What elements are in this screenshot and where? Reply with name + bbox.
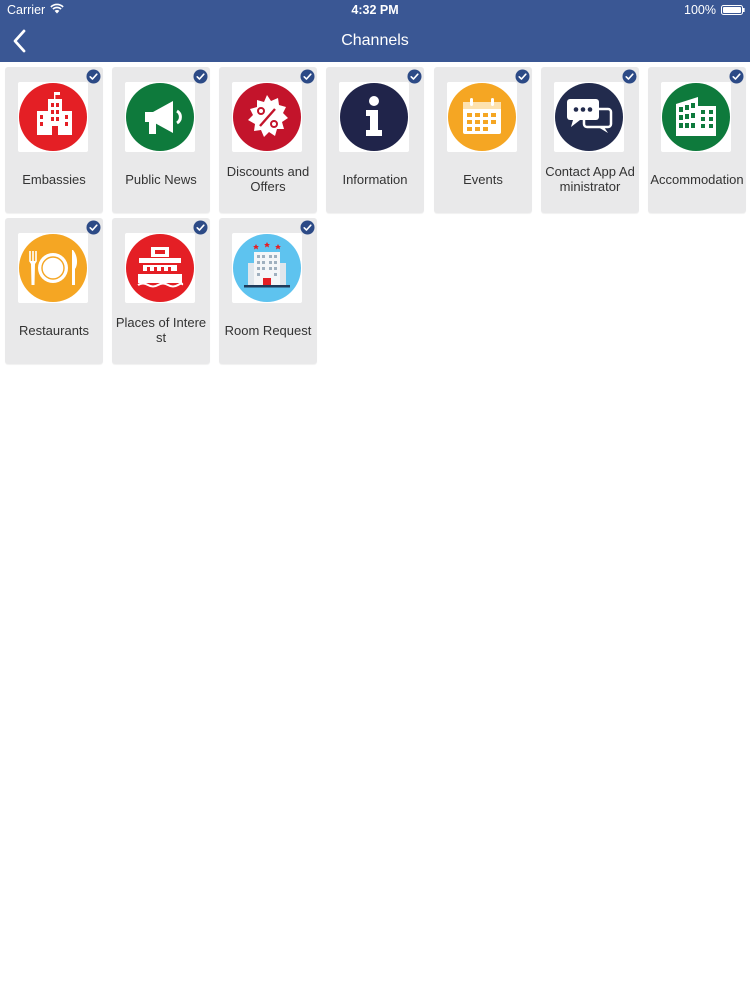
plate-cutlery-icon [19,234,87,302]
channel-tile-room-request[interactable]: Room Request [219,218,317,364]
checkmark-icon [86,220,101,235]
megaphone-icon [126,83,194,151]
channel-tile-embassies[interactable]: Embassies [5,67,103,213]
checkmark-icon [193,220,208,235]
chat-bubbles-icon [555,83,623,151]
navigation-bar: Channels [0,20,750,62]
channel-label: Events [463,171,503,187]
channel-tile-accommodation[interactable]: Accommodation [648,67,746,213]
percent-badge-icon [233,83,301,151]
channel-icon-container [554,82,624,152]
channel-tile-places-of-interest[interactable]: Places of Interest [112,218,210,364]
channel-tile-discounts-and-offers[interactable]: Discounts and Offers [219,67,317,213]
channel-label: Discounts and Offers [226,164,310,194]
page-title: Channels [341,32,409,49]
channel-icon-container [18,82,88,152]
channel-label: Restaurants [18,322,90,338]
channel-icon-container [125,233,195,303]
checkmark-icon [515,69,530,84]
office-building-icon [662,83,730,151]
checkmark-icon [86,69,101,84]
checkmark-icon [407,69,422,84]
battery-percentage: 100% [684,3,716,17]
app-header: Carrier 4:32 PM 100% Channels [0,0,750,62]
channel-icon-container [125,82,195,152]
battery-icon [721,5,745,15]
landmark-icon [126,234,194,302]
channel-icon-container [447,82,517,152]
clock: 4:32 PM [351,3,399,17]
checkmark-icon [193,69,208,84]
calendar-icon [448,83,516,151]
channel-label: Public News [125,171,197,187]
checkmark-icon [729,69,744,84]
channel-tile-contact-app-administrator[interactable]: Contact App Administrator [541,67,639,213]
channel-tile-events[interactable]: Events [434,67,532,213]
channel-label: Embassies [22,171,86,187]
checkmark-icon [300,69,315,84]
channel-icon-container [232,233,302,303]
channel-label: Room Request [224,322,312,338]
channel-tile-restaurants[interactable]: Restaurants [5,218,103,364]
channel-tile-public-news[interactable]: Public News [112,67,210,213]
status-bar: Carrier 4:32 PM 100% [0,0,750,20]
channel-icon-container [232,82,302,152]
channel-label: Places of Interest [115,315,207,345]
hotel-icon [233,234,301,302]
checkmark-icon [300,220,315,235]
checkmark-icon [622,69,637,84]
info-icon [340,83,408,151]
channel-tile-information[interactable]: Information [326,67,424,213]
channel-label: Information [342,171,408,187]
channel-icon-container [661,82,731,152]
channel-icon-container [18,233,88,303]
embassy-building-icon [19,83,87,151]
channel-label: Contact App Administrator [545,164,635,194]
channel-label: Accommodation [650,171,744,187]
channel-icon-container [339,82,409,152]
